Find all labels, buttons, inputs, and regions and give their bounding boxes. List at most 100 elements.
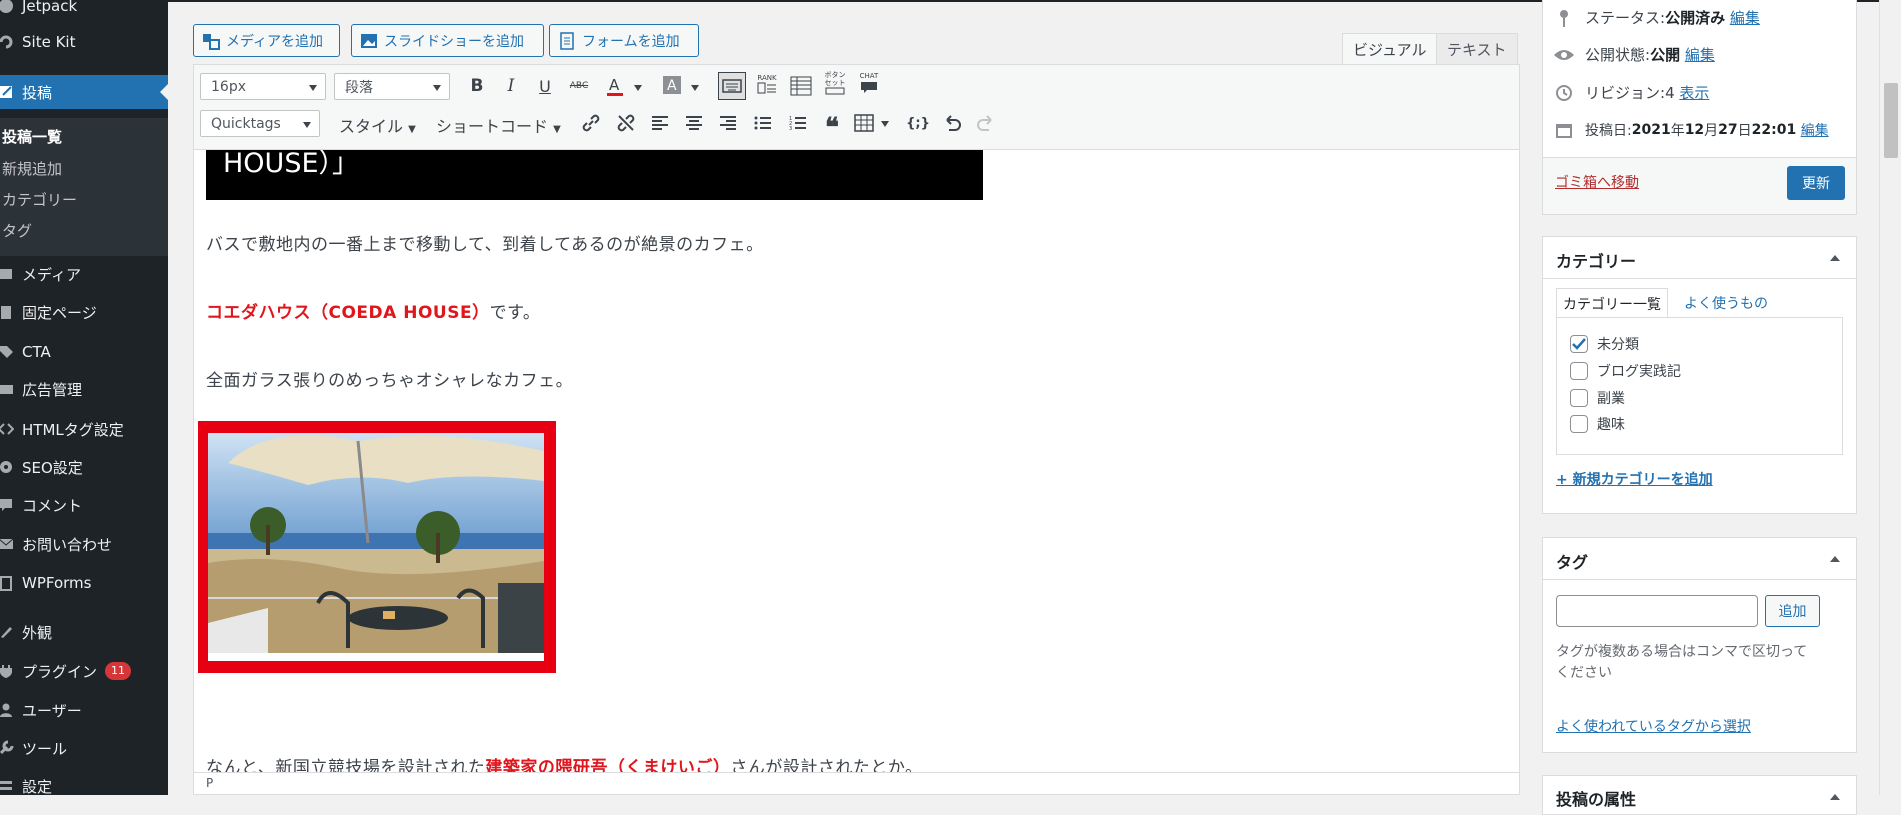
- submenu-all-posts[interactable]: 投稿一覧: [2, 126, 62, 147]
- category-checkbox[interactable]: [1570, 389, 1588, 407]
- bullet-list-icon: [754, 116, 771, 130]
- add-slideshow-button[interactable]: スライドショーを追加: [351, 24, 544, 57]
- edit-status-link[interactable]: 編集: [1730, 7, 1760, 28]
- category-checkbox[interactable]: [1570, 362, 1588, 380]
- link-button[interactable]: [577, 109, 605, 137]
- choose-popular-tags-link[interactable]: よく使われているタグから選択: [1556, 716, 1751, 736]
- sidebar-item-comments[interactable]: コメント: [0, 488, 168, 522]
- text-color-button[interactable]: A: [601, 72, 629, 100]
- sidebar-item-posts[interactable]: 投稿: [0, 75, 168, 109]
- sidebar-item-html-tags[interactable]: HTMLタグ設定: [0, 412, 168, 446]
- align-right-button[interactable]: [714, 109, 742, 137]
- sidebar-item-jetpack[interactable]: Jetpack: [0, 0, 168, 23]
- sitekit-icon: [0, 25, 20, 59]
- shortcode-dropdown[interactable]: ショートコード ▼: [436, 113, 561, 137]
- strikethrough-button[interactable]: ABC: [565, 72, 593, 100]
- submenu-add-new[interactable]: 新規追加: [2, 158, 62, 179]
- sidebar-item-plugins[interactable]: プラグイン 11: [0, 654, 168, 688]
- align-left-button[interactable]: [646, 109, 674, 137]
- view-revisions-link[interactable]: 表示: [1679, 82, 1709, 103]
- sidebar-item-seo[interactable]: SEO設定: [0, 450, 168, 484]
- update-button[interactable]: 更新: [1787, 166, 1845, 200]
- editor-content[interactable]: HOUSE）」 バスで敷地内の一番上まで移動して、到着してあるのが絶景のカフェ。…: [193, 150, 1520, 772]
- numbered-list-button[interactable]: 123: [784, 109, 812, 137]
- add-form-button[interactable]: フォームを追加: [549, 24, 699, 57]
- button-set-button[interactable]: ボタン セット: [821, 69, 849, 97]
- sidebar-item-cta[interactable]: CTA: [0, 335, 168, 369]
- align-left-icon: [652, 116, 668, 130]
- sidebar-item-settings[interactable]: 設定: [0, 769, 168, 795]
- keyboard-toggle-button[interactable]: [718, 72, 746, 100]
- table-caret[interactable]: [881, 121, 889, 127]
- tags-help-text: タグが複数ある場合はコンマで区切って ください: [1556, 642, 1846, 684]
- redo-button[interactable]: [972, 109, 1000, 137]
- category-checkbox[interactable]: [1570, 415, 1588, 433]
- sidebar-item-label: 投稿: [22, 83, 53, 102]
- submenu-tags[interactable]: タグ: [2, 220, 32, 241]
- style-dropdown[interactable]: スタイル ▼: [339, 113, 416, 137]
- italic-button[interactable]: I: [497, 72, 525, 100]
- edit-visibility-link[interactable]: 編集: [1685, 44, 1715, 65]
- sidebar-item-wpforms[interactable]: WPForms: [0, 566, 168, 600]
- collapse-arrow-icon[interactable]: [1830, 255, 1840, 261]
- sidebar-item-appearance[interactable]: 外観: [0, 615, 168, 649]
- add-new-category-link[interactable]: + 新規カテゴリーを追加: [1556, 469, 1713, 489]
- tag-input[interactable]: [1556, 595, 1758, 627]
- table-button[interactable]: [850, 109, 878, 137]
- rank-button[interactable]: RANK: [753, 70, 781, 98]
- category-item[interactable]: ブログ実践記: [1570, 361, 1681, 381]
- sidebar-item-media[interactable]: メディア: [0, 257, 168, 291]
- element-path[interactable]: P: [206, 776, 213, 790]
- post-attributes-box: 投稿の属性: [1542, 775, 1857, 815]
- sidebar-item-ads[interactable]: 広告管理: [0, 372, 168, 406]
- revisions-row: リビジョン: 4 表示: [1553, 82, 1709, 103]
- tab-text[interactable]: テキスト: [1436, 33, 1518, 64]
- blockquote-button[interactable]: ❝: [818, 109, 846, 143]
- bullet-list-button[interactable]: [749, 109, 777, 137]
- move-to-trash-link[interactable]: ゴミ箱へ移動: [1555, 172, 1639, 192]
- text-color-caret[interactable]: [634, 85, 642, 91]
- category-checkbox[interactable]: [1570, 335, 1588, 353]
- cafe-terrace-image[interactable]: [208, 433, 544, 661]
- text-color-swatch: [607, 93, 623, 96]
- date-label: 投稿日:: [1585, 123, 1632, 139]
- tab-visual[interactable]: ビジュアル: [1342, 33, 1438, 64]
- add-media-button[interactable]: メディアを追加: [193, 24, 340, 57]
- font-size-select[interactable]: 16px: [200, 73, 326, 100]
- category-item[interactable]: 未分類: [1570, 334, 1639, 354]
- sidebar-item-pages[interactable]: 固定ページ: [0, 295, 168, 329]
- edit-date-link[interactable]: 編集: [1801, 120, 1829, 140]
- table-list-button[interactable]: [787, 72, 815, 100]
- sidebar-item-tools[interactable]: ツール: [0, 731, 168, 765]
- sidebar-item-contact[interactable]: お問い合わせ: [0, 527, 168, 561]
- tab-all-categories[interactable]: カテゴリー一覧: [1556, 288, 1668, 318]
- unlink-button[interactable]: [612, 109, 640, 137]
- tags-title: タグ: [1556, 553, 1589, 572]
- image-frame[interactable]: [198, 421, 556, 673]
- quicktags-select[interactable]: Quicktags: [200, 110, 320, 137]
- sidebar-item-sitekit[interactable]: Site Kit: [0, 25, 168, 59]
- category-item[interactable]: 副業: [1570, 388, 1625, 408]
- chat-button[interactable]: CHAT: [855, 69, 883, 97]
- shortcode-brace-button[interactable]: {;}: [904, 109, 932, 137]
- bold-button[interactable]: B: [463, 72, 491, 100]
- underline-button[interactable]: U: [531, 72, 559, 100]
- button-set-icon: [825, 87, 845, 95]
- sidebar-item-users[interactable]: ユーザー: [0, 693, 168, 727]
- scrollbar-thumb[interactable]: [1884, 83, 1898, 158]
- collapse-arrow-icon[interactable]: [1830, 556, 1840, 562]
- publish-box: ステータス: 公開済み 編集 公開状態: 公開 編集 リビジョン: 4 表示 投…: [1542, 0, 1857, 215]
- format-select[interactable]: 段落: [334, 73, 450, 100]
- align-center-button[interactable]: [680, 109, 708, 137]
- divider: [1543, 579, 1856, 580]
- update-count-badge: 11: [105, 662, 132, 680]
- category-item[interactable]: 趣味: [1570, 414, 1625, 434]
- bg-color-caret[interactable]: [691, 85, 699, 91]
- submenu-categories[interactable]: カテゴリー: [2, 189, 77, 210]
- undo-button[interactable]: [938, 109, 966, 137]
- tab-popular-categories[interactable]: よく使うもの: [1684, 293, 1768, 313]
- page-scrollbar[interactable]: [1879, 0, 1901, 795]
- bg-color-button[interactable]: A: [658, 72, 686, 100]
- sidebar-item-label: ツール: [22, 739, 68, 758]
- add-tag-button[interactable]: 追加: [1765, 595, 1820, 627]
